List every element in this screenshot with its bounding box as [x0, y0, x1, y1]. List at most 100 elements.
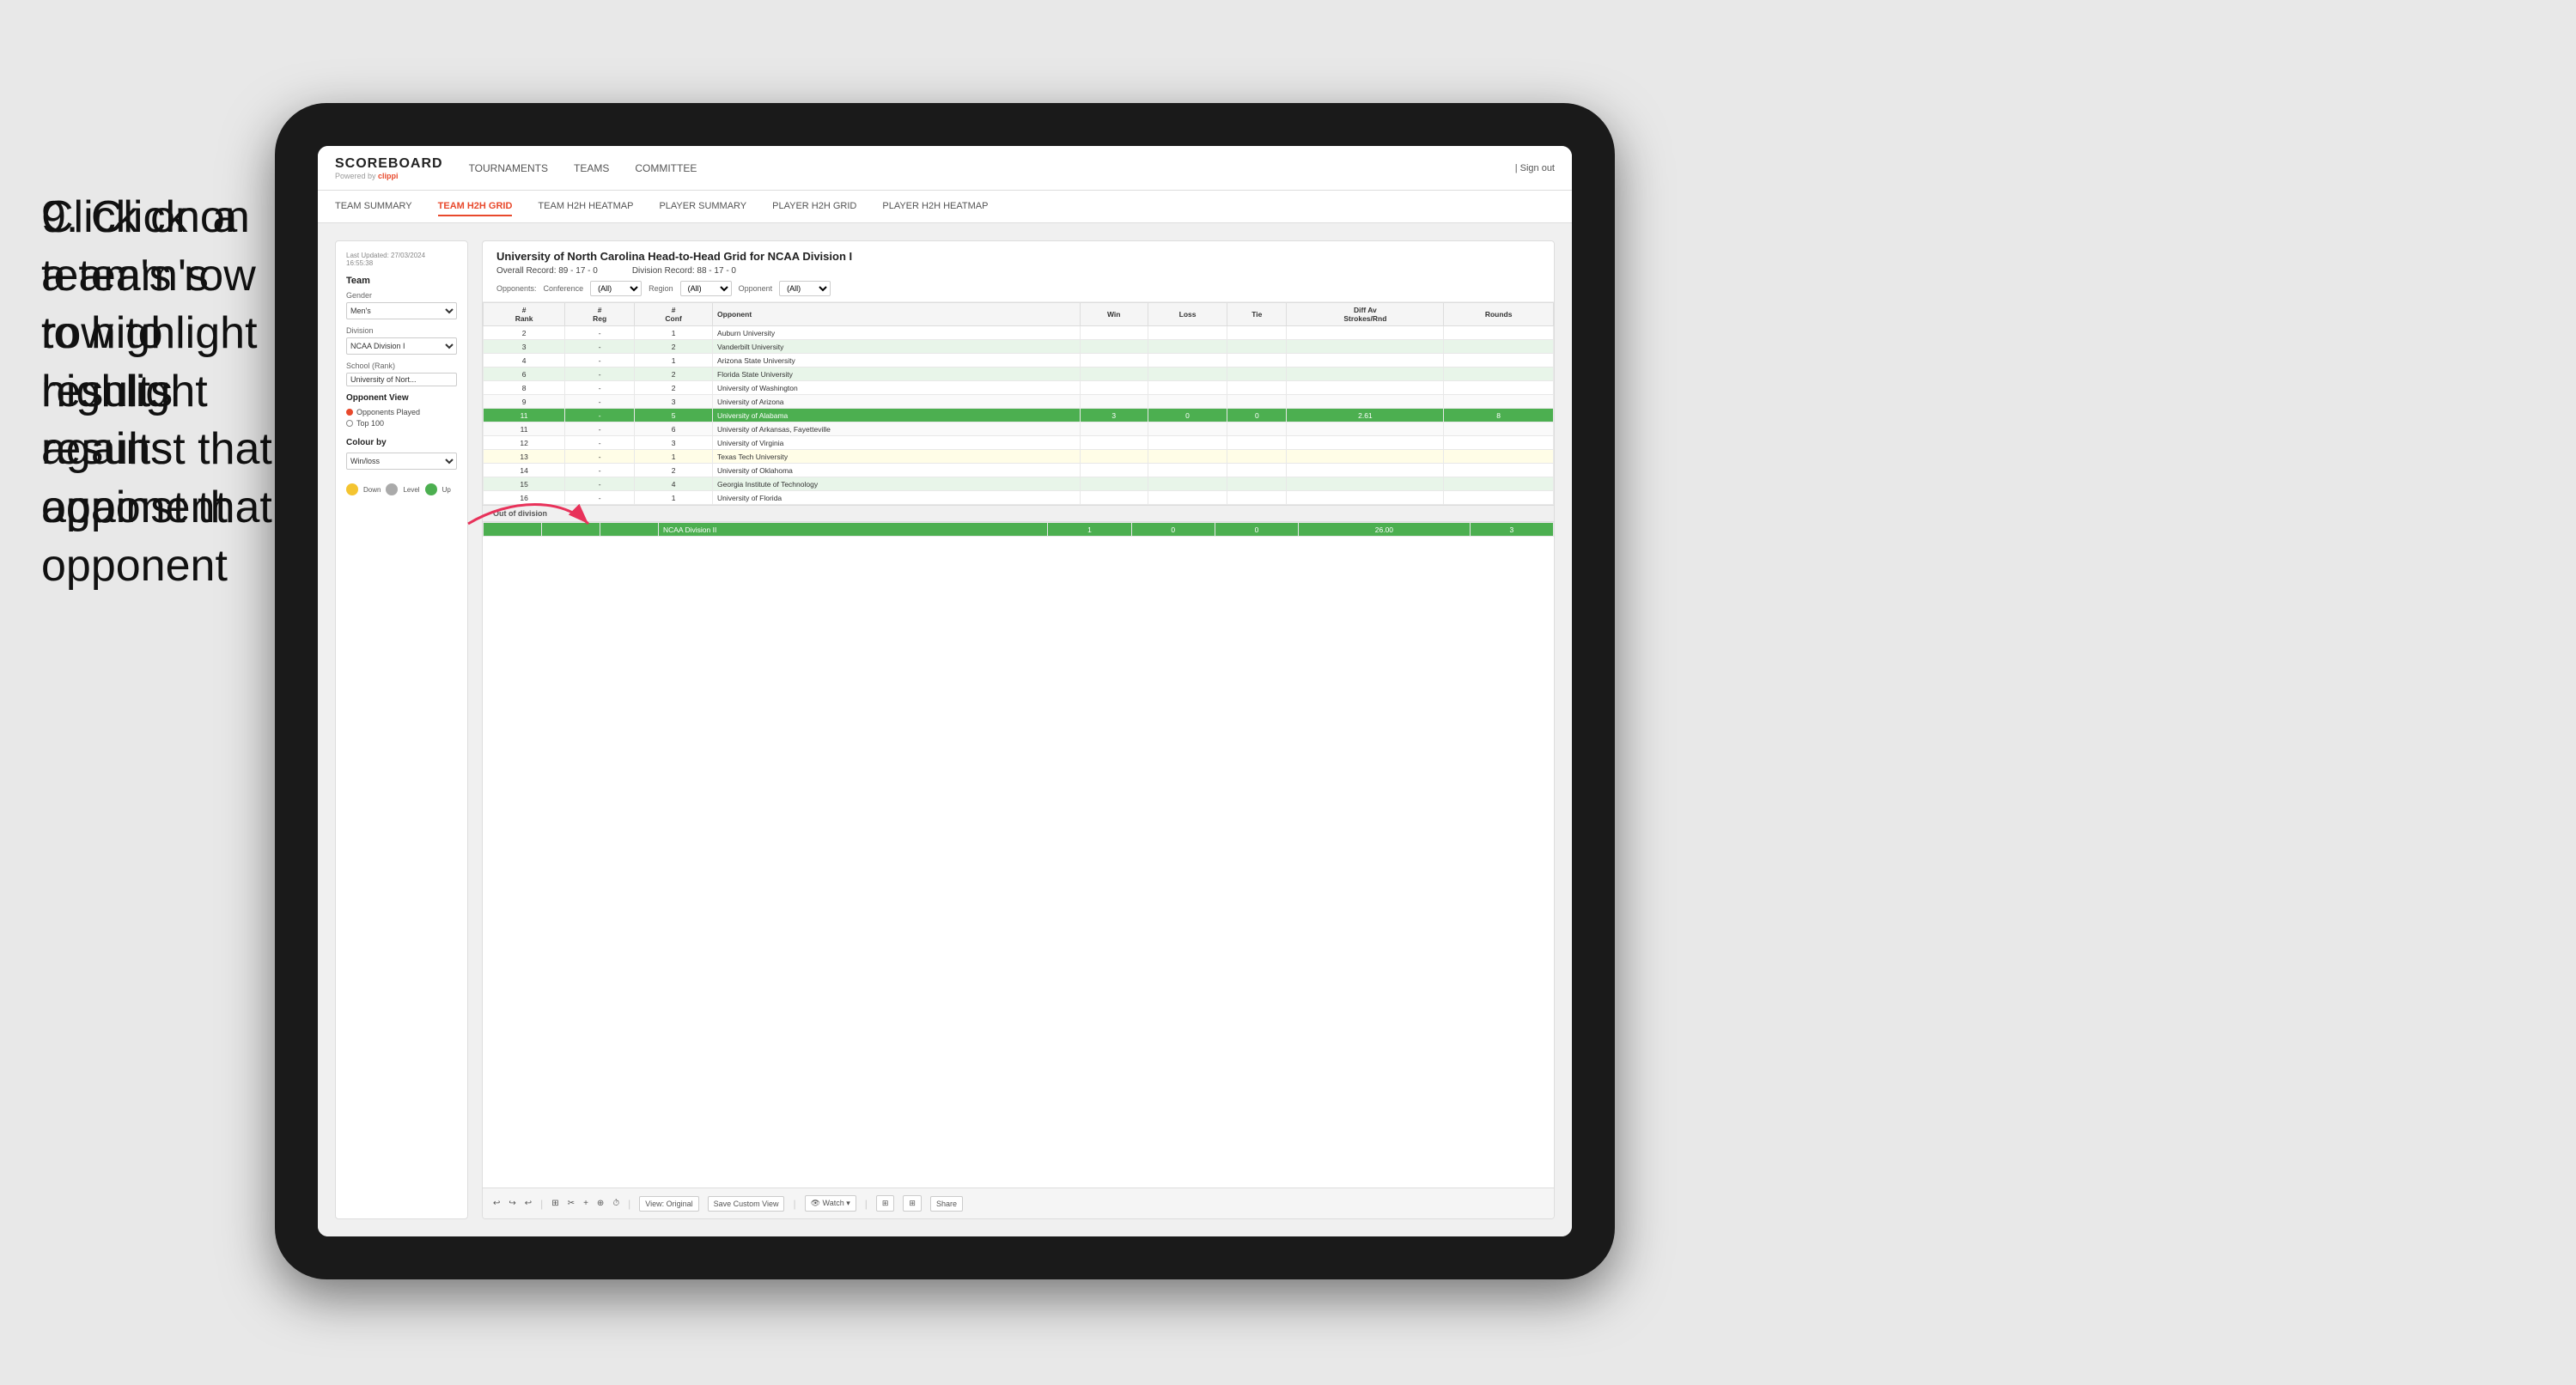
- col-win: Win: [1080, 303, 1148, 326]
- cell-conf: 1: [635, 354, 713, 368]
- main-content: Last Updated: 27/03/2024 16:55:38 Team G…: [318, 223, 1572, 1236]
- out-div-division: NCAA Division II: [658, 523, 1047, 537]
- conference-filter-label: Conference: [544, 284, 584, 293]
- table-row[interactable]: 8-2University of Washington: [484, 381, 1554, 395]
- table-row[interactable]: 2-1Auburn University: [484, 326, 1554, 340]
- cell-rank: 4: [484, 354, 565, 368]
- nav-committee[interactable]: COMMITTEE: [635, 159, 697, 178]
- col-tie: Tie: [1227, 303, 1287, 326]
- undo-icon[interactable]: ↩: [493, 1199, 500, 1208]
- cell-loss: [1148, 395, 1227, 409]
- table-row[interactable]: 14-2University of Oklahoma: [484, 464, 1554, 477]
- cell-loss: [1148, 450, 1227, 464]
- school-input[interactable]: University of Nort...: [346, 373, 457, 386]
- table-row[interactable]: 13-1Texas Tech University: [484, 450, 1554, 464]
- grid2-btn[interactable]: ⊞: [876, 1195, 895, 1212]
- opponent-filter-select[interactable]: (All): [779, 281, 831, 296]
- bottom-toolbar: ↩ ↪ ↩ | ⊞ ✂ + ⊕ ⏱ | View: Original Save …: [483, 1188, 1554, 1218]
- radio-label-2: Top 100: [356, 419, 384, 428]
- redo-icon[interactable]: ↪: [509, 1199, 515, 1208]
- table-row[interactable]: 9-3University of Arizona: [484, 395, 1554, 409]
- tab-player-h2h-grid[interactable]: PLAYER H2H GRID: [772, 197, 856, 216]
- cell-conf: 4: [635, 477, 713, 491]
- region-filter-label: Region: [649, 284, 673, 293]
- cell-opponent: University of Arkansas, Fayetteville: [713, 422, 1080, 436]
- step-number: 9.: [41, 192, 78, 242]
- cell-diff: [1287, 450, 1444, 464]
- tab-team-h2h-grid[interactable]: TEAM H2H GRID: [438, 197, 513, 216]
- table-row[interactable]: 4-1Arizona State University: [484, 354, 1554, 368]
- cell-tie: [1227, 368, 1287, 381]
- cell-tie: [1227, 477, 1287, 491]
- cell-tie: [1227, 354, 1287, 368]
- cell-tie: [1227, 381, 1287, 395]
- conference-filter-select[interactable]: (All): [590, 281, 642, 296]
- cell-win: [1080, 381, 1148, 395]
- tab-player-h2h-heatmap[interactable]: PLAYER H2H HEATMAP: [882, 197, 988, 216]
- cell-win: [1080, 340, 1148, 354]
- nav-tournaments[interactable]: TOURNAMENTS: [469, 159, 548, 178]
- view-original-btn[interactable]: View: Original: [639, 1196, 698, 1212]
- out-div-reg: [541, 523, 600, 537]
- cell-reg: -: [565, 340, 635, 354]
- cell-tie: [1227, 450, 1287, 464]
- cell-rank: 16: [484, 491, 565, 505]
- cell-rounds: [1444, 422, 1554, 436]
- tablet: SCOREBOARD Powered by clippi TOURNAMENTS…: [275, 103, 1615, 1279]
- radio-top100[interactable]: Top 100: [346, 419, 457, 428]
- radio-opponents-played[interactable]: Opponents Played: [346, 408, 457, 416]
- cell-conf: 5: [635, 409, 713, 422]
- cell-rounds: [1444, 464, 1554, 477]
- grid-icon[interactable]: ⊞: [551, 1199, 558, 1208]
- table-row[interactable]: 11-5University of Alabama3002.618: [484, 409, 1554, 422]
- cell-rank: 9: [484, 395, 565, 409]
- cell-rounds: [1444, 450, 1554, 464]
- table-row[interactable]: 3-2Vanderbilt University: [484, 340, 1554, 354]
- colour-legend: Down Level Up: [346, 483, 457, 495]
- gender-select[interactable]: Men's: [346, 302, 457, 319]
- out-div-conf: [600, 523, 658, 537]
- cell-diff: [1287, 422, 1444, 436]
- nav-teams[interactable]: TEAMS: [574, 159, 609, 178]
- cell-diff: [1287, 381, 1444, 395]
- cell-loss: [1148, 368, 1227, 381]
- table-row[interactable]: 11-6University of Arkansas, Fayetteville: [484, 422, 1554, 436]
- col-opponent: Opponent: [713, 303, 1080, 326]
- division-select[interactable]: NCAA Division I: [346, 337, 457, 355]
- add-icon[interactable]: +: [583, 1199, 588, 1208]
- cell-win: [1080, 450, 1148, 464]
- cut-icon[interactable]: ✂: [568, 1199, 575, 1208]
- cell-loss: 0: [1148, 409, 1227, 422]
- logo-brand: clippi: [378, 172, 399, 180]
- tab-team-summary[interactable]: TEAM SUMMARY: [335, 197, 412, 216]
- back-icon[interactable]: ↩: [525, 1199, 532, 1208]
- region-filter-select[interactable]: (All): [680, 281, 732, 296]
- table-row[interactable]: 16-1University of Florida: [484, 491, 1554, 505]
- watch-btn[interactable]: 👁 Watch ▾: [805, 1195, 856, 1212]
- cell-win: 3: [1080, 409, 1148, 422]
- cell-loss: [1148, 464, 1227, 477]
- table-row[interactable]: 6-2Florida State University: [484, 368, 1554, 381]
- colour-up-label: Up: [442, 486, 451, 494]
- top-nav: SCOREBOARD Powered by clippi TOURNAMENTS…: [318, 146, 1572, 191]
- clock-icon[interactable]: ⏱: [612, 1199, 619, 1208]
- out-division-row[interactable]: NCAA Division II 1 0 0 26.00 3: [484, 523, 1554, 537]
- colour-by-select[interactable]: Win/loss: [346, 453, 457, 470]
- table-row[interactable]: 12-3University of Virginia: [484, 436, 1554, 450]
- tab-player-summary[interactable]: PLAYER SUMMARY: [659, 197, 746, 216]
- sign-out-link[interactable]: Sign out: [1520, 163, 1555, 173]
- plus-icon[interactable]: ⊕: [597, 1199, 604, 1208]
- save-custom-view-btn[interactable]: Save Custom View: [708, 1196, 785, 1212]
- table-row[interactable]: 15-4Georgia Institute of Technology: [484, 477, 1554, 491]
- cell-tie: [1227, 326, 1287, 340]
- tab-team-h2h-heatmap[interactable]: TEAM H2H HEATMAP: [538, 197, 633, 216]
- cell-conf: 1: [635, 491, 713, 505]
- cell-conf: 2: [635, 340, 713, 354]
- cell-rounds: [1444, 340, 1554, 354]
- cell-rounds: [1444, 477, 1554, 491]
- share-btn[interactable]: Share: [930, 1196, 963, 1212]
- cell-conf: 1: [635, 450, 713, 464]
- cell-loss: [1148, 436, 1227, 450]
- cell-opponent: Arizona State University: [713, 354, 1080, 368]
- grid3-btn[interactable]: ⊞: [903, 1195, 922, 1212]
